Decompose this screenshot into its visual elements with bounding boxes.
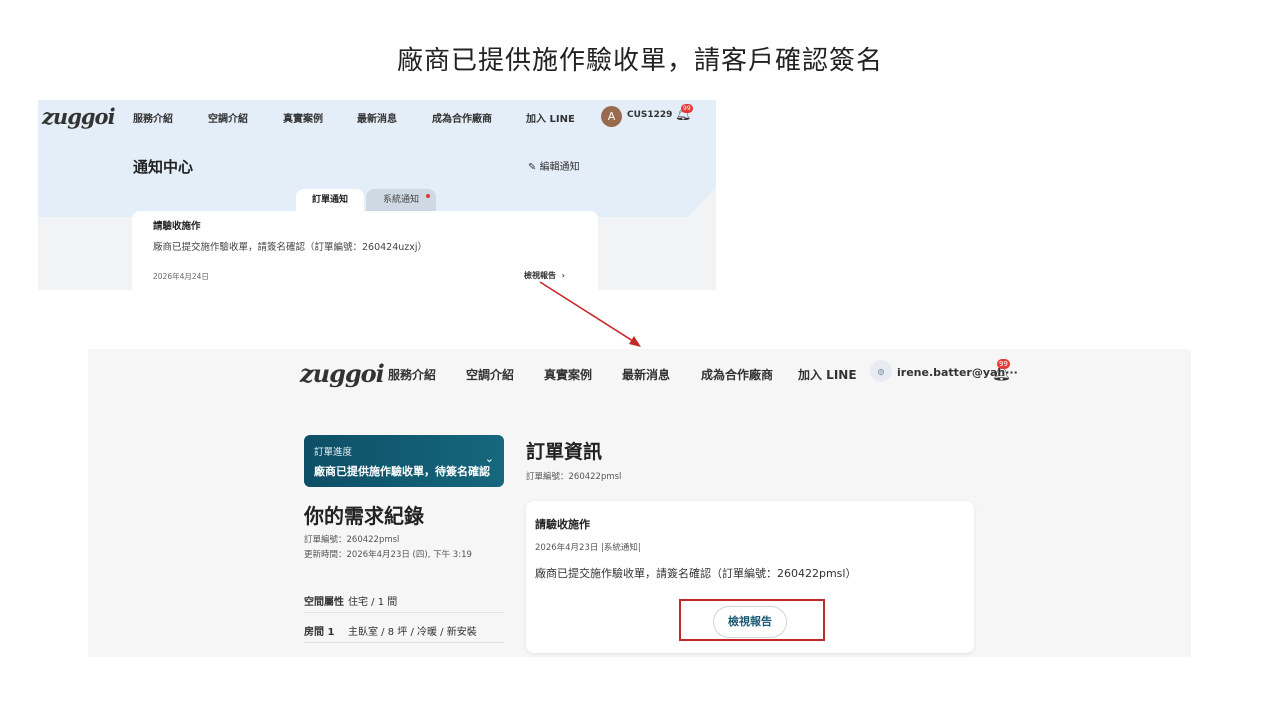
nav-aircon[interactable]: 空調介紹: [466, 366, 514, 383]
chevron-down-icon: ⌄: [484, 452, 494, 465]
spec-row: 房間 1 主臥室 / 8 坪 / 冷暖 / 新安裝: [304, 619, 504, 643]
spec-row: 空間屬性 住宅 / 1 間: [304, 589, 504, 613]
zuggoi-logo[interactable]: zuggoi: [300, 359, 385, 388]
order-info-title: 訂單資訊: [526, 441, 603, 463]
slide: 廠商已提供施作驗收單，請客戶確認簽名 zuggoi 服務介紹 空調介紹 真實案例…: [0, 0, 1280, 720]
requirement-title: 你的需求紀錄: [304, 504, 424, 528]
progress-label: 訂單進度: [314, 447, 353, 458]
avatar[interactable]: A: [601, 106, 622, 127]
highlight-box: [679, 599, 825, 641]
progress-value: 廠商已提供施作驗收單，待簽名確認: [314, 465, 490, 478]
tab-system-notifications[interactable]: 系統通知: [366, 189, 436, 211]
username[interactable]: CUS1229: [627, 110, 672, 120]
nav-news[interactable]: 最新消息: [622, 366, 670, 383]
zuggoi-logo[interactable]: zuggoi: [42, 104, 116, 129]
order-info-no: 訂單編號：260422pmsl: [526, 472, 622, 482]
nav-partner[interactable]: 成為合作廠商: [432, 110, 492, 125]
notification-card: 請驗收施作 廠商已提交施作驗收單，請簽名確認（訂單編號：260424uzxj） …: [132, 211, 598, 290]
notification-title: 請驗收施作: [153, 221, 201, 232]
slide-title: 廠商已提供施作驗收單，請客戶確認簽名: [396, 46, 883, 76]
unread-dot: [426, 194, 430, 198]
notification-center-screenshot: zuggoi 服務介紹 空調介紹 真實案例 最新消息 成為合作廠商 加入 LIN…: [38, 100, 716, 290]
nav-cases[interactable]: 真實案例: [544, 366, 592, 383]
nav-service[interactable]: 服務介紹: [133, 110, 173, 125]
nav-cases[interactable]: 真實案例: [283, 110, 323, 125]
edit-notification-link[interactable]: ✎ 編輯通知: [528, 158, 580, 173]
notification-badge: 99: [681, 104, 693, 113]
nav-aircon[interactable]: 空調介紹: [208, 110, 248, 125]
view-report-link[interactable]: 檢視報告 ›: [524, 270, 565, 281]
nav-news[interactable]: 最新消息: [357, 110, 397, 125]
notification-body: 廠商已提交施作驗收單，請簽名確認（訂單編號：260424uzxj）: [153, 242, 428, 253]
order-detail-screenshot: zuggoi 服務介紹 空調介紹 真實案例 最新消息 成為合作廠商 加入 LIN…: [88, 349, 1191, 657]
order-progress-dropdown[interactable]: 訂單進度 廠商已提供施作驗收單，待簽名確認 ⌄: [304, 435, 504, 487]
nav-partner[interactable]: 成為合作廠商: [701, 366, 773, 383]
nav-line[interactable]: 加入 LINE: [798, 366, 857, 383]
requirement-order-no: 訂單編號：260422pmsl: [304, 535, 400, 545]
notification-date: 2026年4月24日: [153, 272, 209, 281]
acceptance-date: 2026年4月23日 |系統通知|: [535, 543, 641, 553]
avatar[interactable]: ๏: [870, 360, 892, 382]
tab-order-notifications[interactable]: 訂單通知: [296, 189, 364, 211]
notification-badge: 99: [997, 359, 1010, 369]
page-title: 通知中心: [133, 158, 194, 176]
nav-service[interactable]: 服務介紹: [388, 366, 436, 383]
pencil-icon: ✎: [528, 162, 537, 173]
acceptance-body: 廠商已提交施作驗收單，請簽名確認（訂單編號：260422pmsl）: [535, 567, 857, 580]
chevron-right-icon: ›: [558, 271, 565, 280]
acceptance-title: 請驗收施作: [535, 518, 590, 531]
nav-line[interactable]: 加入 LINE: [526, 110, 575, 125]
requirement-updated: 更新時間：2026年4月23日 (四), 下午 3:19: [304, 550, 472, 560]
